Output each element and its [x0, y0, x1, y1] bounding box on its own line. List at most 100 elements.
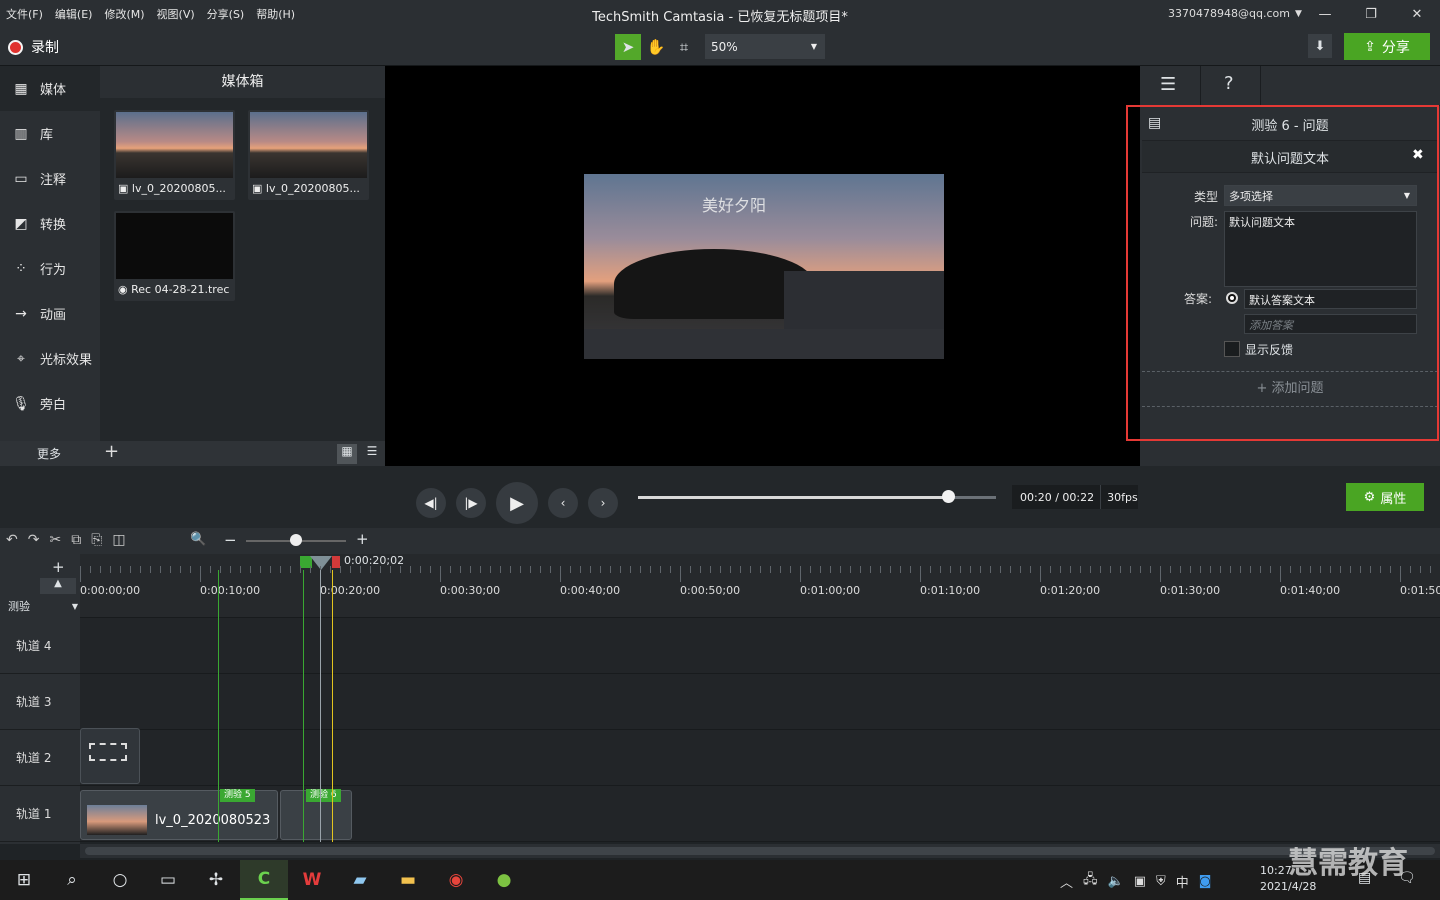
ruler-tick — [510, 566, 511, 573]
nav-cursor-effects[interactable]: ⌖ 光标效果 — [0, 336, 100, 381]
track-3[interactable] — [80, 674, 1440, 730]
ruler-tick — [720, 566, 721, 573]
timeline-scrollbar[interactable] — [80, 844, 1440, 858]
track-4[interactable] — [80, 618, 1440, 674]
scrub-handle[interactable] — [942, 490, 955, 503]
task-view-icon[interactable]: ▭ — [144, 860, 192, 900]
ruler-tick — [660, 566, 661, 573]
network-icon[interactable]: 🖧 — [1083, 870, 1098, 892]
undo-icon[interactable]: ↶ — [6, 532, 18, 548]
tick-label: 0:01:20;00 — [1040, 584, 1101, 597]
quiz-marker[interactable]: 测验 5 — [220, 789, 255, 802]
cortana-icon[interactable]: ○ — [96, 860, 144, 900]
media-item[interactable]: ▣ lv_0_20200805... — [114, 110, 235, 200]
ruler-tick — [480, 566, 481, 573]
step-forward-icon[interactable]: |▶ — [456, 488, 486, 518]
ruler-tick — [290, 566, 291, 573]
list-view-icon[interactable]: ☰ — [362, 444, 382, 464]
timeline-zoom-handle[interactable] — [290, 534, 302, 546]
media-item-name: ▣ lv_0_20200805... — [252, 182, 360, 195]
nav-library[interactable]: ▥ 库 — [0, 111, 100, 156]
split-icon[interactable]: ◫ — [112, 532, 125, 548]
volume-icon[interactable]: 🔈 — [1108, 874, 1124, 889]
record-file-icon: ◉ — [118, 283, 132, 296]
media-thumbnail — [116, 112, 233, 178]
search-icon[interactable]: 🔍 — [190, 532, 206, 547]
qq-icon[interactable]: ◙ — [1199, 874, 1212, 889]
quiz-marker[interactable]: 测验 6 — [306, 789, 341, 802]
download-icon[interactable]: ⬇ — [1308, 34, 1332, 58]
copy-icon[interactable]: ⧉ — [71, 532, 81, 548]
quiz-track[interactable] — [80, 598, 1440, 618]
play-icon[interactable]: ▶ — [496, 482, 538, 524]
menu-modify[interactable]: 修改(M) — [104, 6, 144, 22]
quiz-track-header[interactable]: 测验 ▼ — [8, 598, 78, 614]
nav-animations[interactable]: → 动画 — [0, 291, 100, 336]
video-preview[interactable]: 美好夕阳 — [584, 174, 944, 359]
shield-icon[interactable]: ⛨ — [1156, 874, 1166, 889]
nav-transitions[interactable]: ◩ 转换 — [0, 201, 100, 246]
file-explorer-icon[interactable]: ▬ — [384, 860, 432, 900]
search-icon[interactable]: ⌕ — [48, 860, 96, 900]
menu-share[interactable]: 分享(S) — [207, 6, 245, 22]
nav-behaviors[interactable]: ⁘ 行为 — [0, 246, 100, 291]
minimize-button[interactable]: — — [1302, 0, 1348, 28]
app-pinwheel-icon[interactable]: ✢ — [192, 860, 240, 900]
nav-voice-narration[interactable]: 🎙 旁白 — [0, 381, 100, 426]
select-tool-icon[interactable]: ➤ — [615, 34, 641, 60]
more-button[interactable]: 更多 — [37, 445, 61, 462]
timeline-ruler[interactable]: 0:00:20;02 0:00:00;00 0:00:10;00 0:00:20… — [80, 554, 1440, 598]
scene-building — [784, 271, 944, 331]
zoom-select[interactable]: 50% ▼ — [705, 34, 825, 59]
record-button[interactable]: 录制 — [8, 37, 59, 57]
cut-icon[interactable]: ✂ — [49, 532, 61, 548]
wps-icon[interactable]: W — [288, 860, 336, 900]
media-item-name: ◉ Rec 04-28-21.trec — [118, 283, 229, 296]
menu-icon[interactable]: ☰ — [1160, 74, 1176, 95]
share-button[interactable]: ⇪ 分享 — [1344, 33, 1430, 60]
nav-label: 动画 — [40, 308, 67, 323]
add-icon[interactable]: + — [104, 441, 124, 465]
add-track-icon[interactable]: + — [52, 558, 65, 576]
close-button[interactable]: ✕ — [1394, 0, 1440, 28]
menu-file[interactable]: 文件(F) — [6, 6, 43, 22]
next-icon[interactable]: › — [588, 488, 618, 518]
out-point[interactable] — [332, 556, 340, 568]
grid-view-icon[interactable]: ▦ — [337, 444, 357, 464]
ruler-tick — [310, 566, 311, 573]
help-icon[interactable]: ? — [1224, 73, 1234, 94]
tick-label: 0:01:50; — [1400, 584, 1440, 597]
media-item[interactable]: ◉ Rec 04-28-21.trec — [114, 211, 235, 301]
nav-media[interactable]: ▦ 媒体 — [0, 66, 100, 111]
ruler-tick — [860, 566, 861, 573]
zoom-in-icon[interactable]: + — [356, 530, 369, 548]
restore-button[interactable]: ❐ — [1348, 0, 1394, 28]
pan-tool-icon[interactable]: ✋ — [643, 34, 669, 60]
callout-clip[interactable] — [80, 728, 140, 784]
menu-view[interactable]: 视图(V) — [157, 6, 195, 22]
collapse-icon[interactable]: ▲ — [40, 578, 76, 594]
notes-icon[interactable]: ▰ — [336, 860, 384, 900]
previous-icon[interactable]: ‹ — [548, 488, 578, 518]
menu-edit[interactable]: 编辑(E) — [55, 6, 93, 22]
account-menu[interactable]: 3370478948@qq.com ▼ — [1168, 7, 1302, 20]
media-item[interactable]: ▣ lv_0_20200805... — [248, 110, 369, 200]
nav-annotations[interactable]: ▭ 注释 — [0, 156, 100, 201]
camtasia-icon[interactable]: C — [240, 860, 288, 900]
chrome-icon[interactable]: ◉ — [432, 860, 480, 900]
menu-help[interactable]: 帮助(H) — [256, 6, 295, 22]
selection-icon — [89, 743, 127, 761]
paste-icon[interactable]: ⎘ — [91, 532, 102, 548]
redo-icon[interactable]: ↷ — [28, 532, 40, 548]
track-2[interactable] — [80, 730, 1440, 786]
ime-indicator[interactable]: 中 — [1176, 872, 1189, 891]
crop-tool-icon[interactable]: ⌗ — [671, 34, 697, 60]
step-back-icon[interactable]: ◀| — [416, 488, 446, 518]
windows-start-icon[interactable]: ⊞ — [0, 860, 48, 900]
zoom-out-icon[interactable]: − — [224, 531, 237, 549]
tray-expand-icon[interactable]: ︿ — [1060, 872, 1073, 891]
nvidia-icon[interactable]: ▣ — [1134, 874, 1146, 889]
playhead-handle[interactable] — [310, 556, 332, 570]
properties-button[interactable]: ⚙ 属性 — [1346, 483, 1424, 511]
melon-app-icon[interactable]: ● — [480, 860, 528, 900]
